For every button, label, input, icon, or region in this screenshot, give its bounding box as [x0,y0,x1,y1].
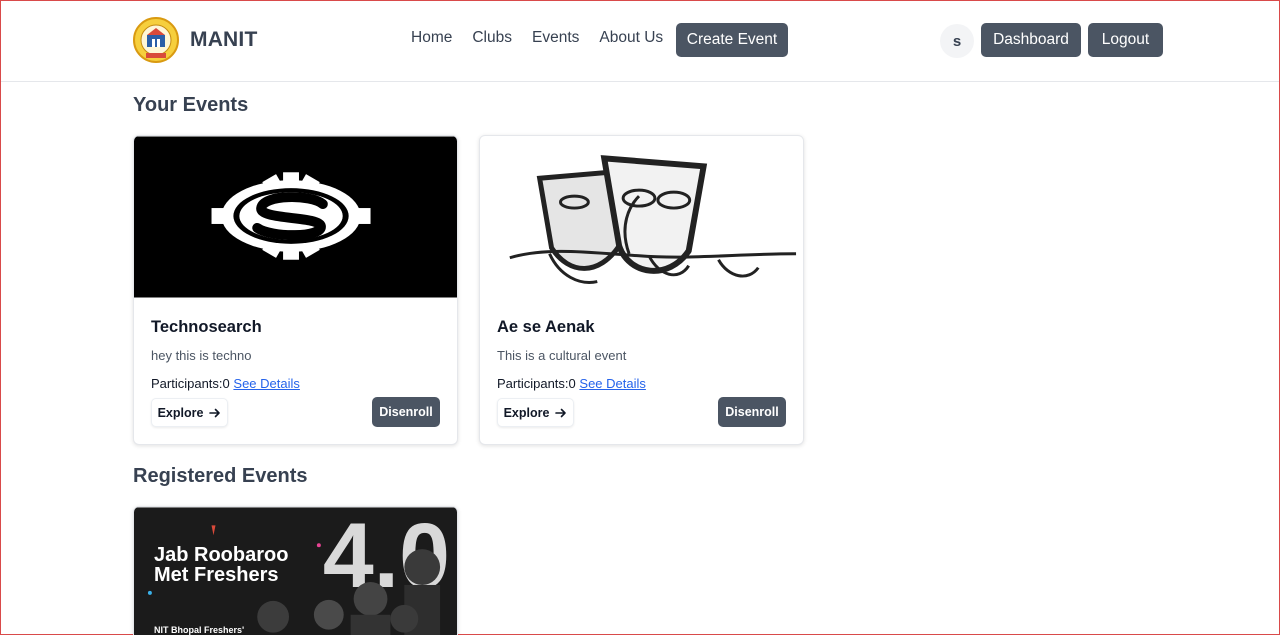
participants-label: Participants: [151,376,223,391]
dashboard-button[interactable]: Dashboard [981,23,1081,57]
poster-title-line-1: Jab Roobaroo [154,544,289,566]
event-card-technosearch: Technosearch hey this is techno Particip… [133,135,458,445]
manit-logo-icon [133,17,179,63]
event-description: hey this is techno [151,348,252,363]
brand-name: MANIT [190,28,258,51]
arrow-right-icon [209,408,221,417]
top-navbar: MANIT Home Clubs Events About Us Create … [1,1,1279,82]
nav-about-us[interactable]: About Us [599,29,663,47]
brand[interactable]: MANIT [132,16,258,64]
poster-footer: NIT Bhopal Freshers' [154,625,245,635]
participants-label: Participants: [497,376,569,391]
event-title: Technosearch [151,318,262,336]
explore-button[interactable]: Explore [497,398,574,427]
event-description: This is a cultural event [497,348,627,363]
event-participants: Participants:0 See Details [497,376,786,391]
explore-label: Explore [503,405,550,420]
nav-clubs[interactable]: Clubs [472,29,512,47]
event-participants: Participants:0 See Details [151,376,440,391]
registered-event-card[interactable]: 4.0 Jab Roobaroo Met Freshers NIT Bhopal… [133,506,458,635]
see-details-link[interactable]: See Details [579,376,645,391]
event-card-ae-se-aenak: Ae se Aenak This is a cultural event Par… [479,135,804,445]
ae-se-aenak-logo-image [480,136,803,298]
disenroll-button[interactable]: Disenroll [718,397,786,427]
explore-label: Explore [157,405,204,420]
arrow-right-icon [555,408,567,417]
see-details-link[interactable]: See Details [233,376,299,391]
card-body: Technosearch hey this is techno Particip… [151,318,440,391]
nav-events[interactable]: Events [532,29,579,47]
participants-count: 0 [222,376,230,391]
registered-events-heading: Registered Events [133,465,308,487]
create-event-button[interactable]: Create Event [676,23,788,57]
user-avatar[interactable]: s [940,24,974,58]
your-events-heading: Your Events [133,94,249,116]
participants-count: 0 [568,376,576,391]
logout-button[interactable]: Logout [1088,23,1163,57]
explore-button[interactable]: Explore [151,398,228,427]
disenroll-button[interactable]: Disenroll [372,397,440,427]
technosearch-logo-image [134,136,457,298]
card-body: Ae se Aenak This is a cultural event Par… [497,318,786,391]
main-nav: Home Clubs Events About Us [411,29,683,47]
poster-title-line-2: Met Freshers [154,564,279,586]
nav-home[interactable]: Home [411,29,452,47]
event-title: Ae se Aenak [497,318,595,336]
